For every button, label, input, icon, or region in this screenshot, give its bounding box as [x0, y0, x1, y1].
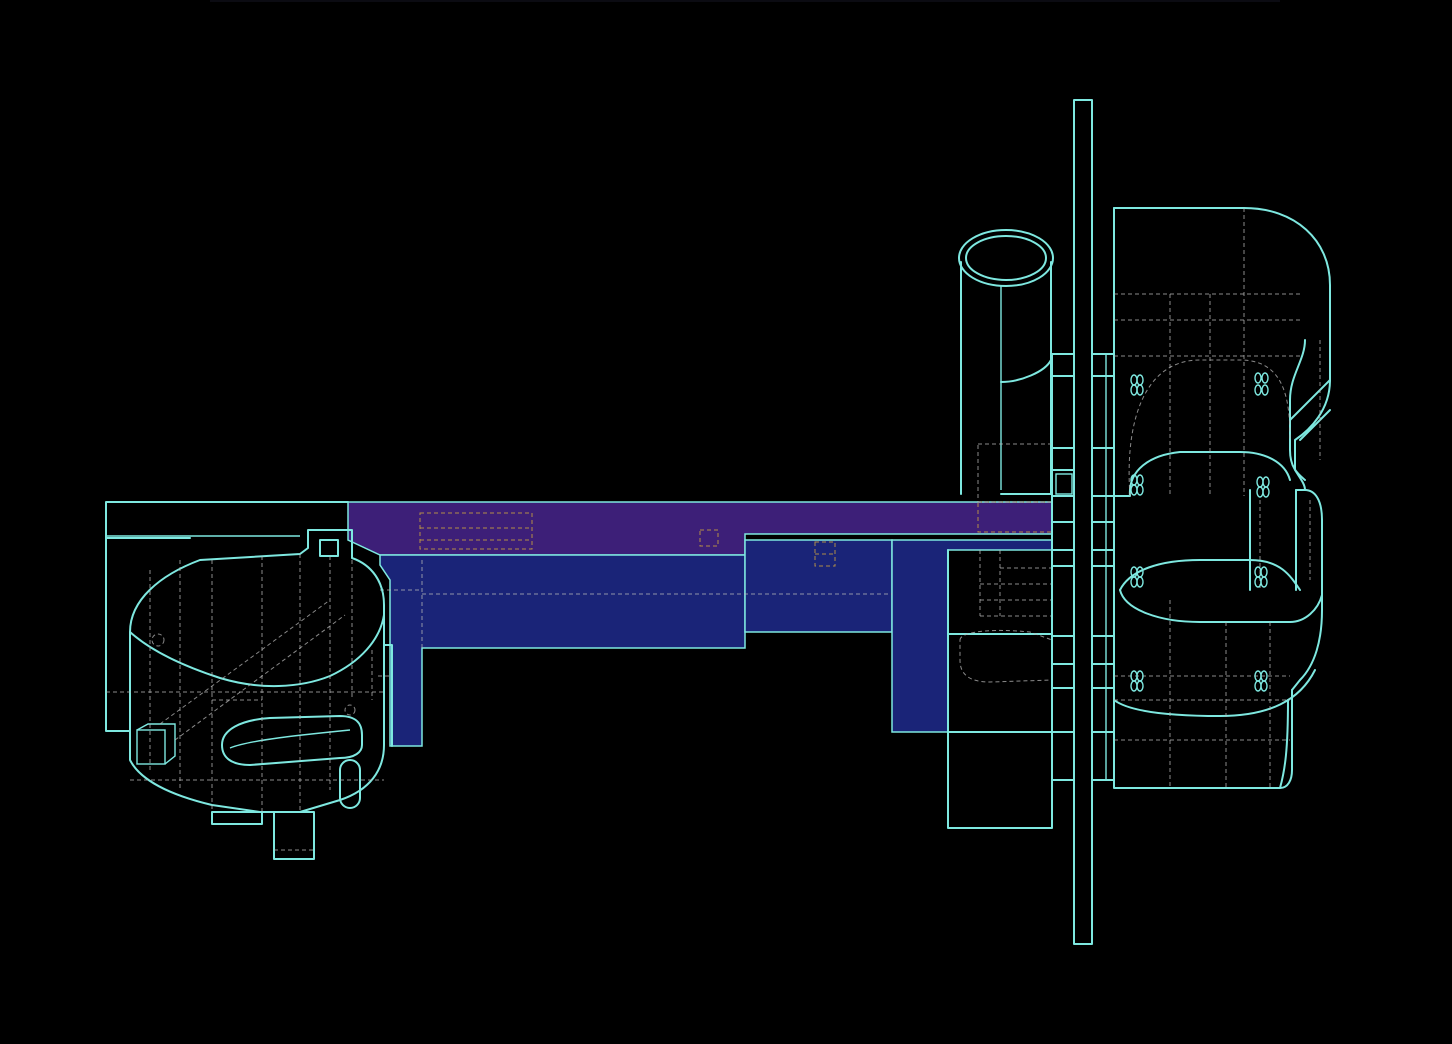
lower-rounded-block[interactable]: [1113, 489, 1323, 789]
beam-front-face-left[interactable]: [379, 554, 746, 747]
cad-viewport[interactable]: .e { fill: none; stroke: #7ee8e0; stroke…: [0, 0, 1452, 1044]
beam-front-face-right[interactable]: [891, 539, 1053, 733]
beam-part[interactable]: [347, 501, 1053, 747]
left-block-hidden-edges: [106, 554, 392, 851]
upper-rounded-block[interactable]: [1113, 207, 1331, 498]
right-spacers[interactable]: [1091, 353, 1115, 781]
spacer-strips[interactable]: [1051, 353, 1075, 781]
wireframe-drawing[interactable]: .e { fill: none; stroke: #7ee8e0; stroke…: [0, 0, 1452, 1044]
vertical-pipe[interactable]: [958, 229, 1054, 495]
bolt-holes-upper: [1130, 372, 1270, 498]
lower-block-hidden-edges: [1114, 500, 1311, 788]
vertical-plate[interactable]: [1073, 99, 1093, 945]
left-end-block[interactable]: [105, 501, 393, 860]
bolt-holes-lower: [1130, 566, 1268, 692]
